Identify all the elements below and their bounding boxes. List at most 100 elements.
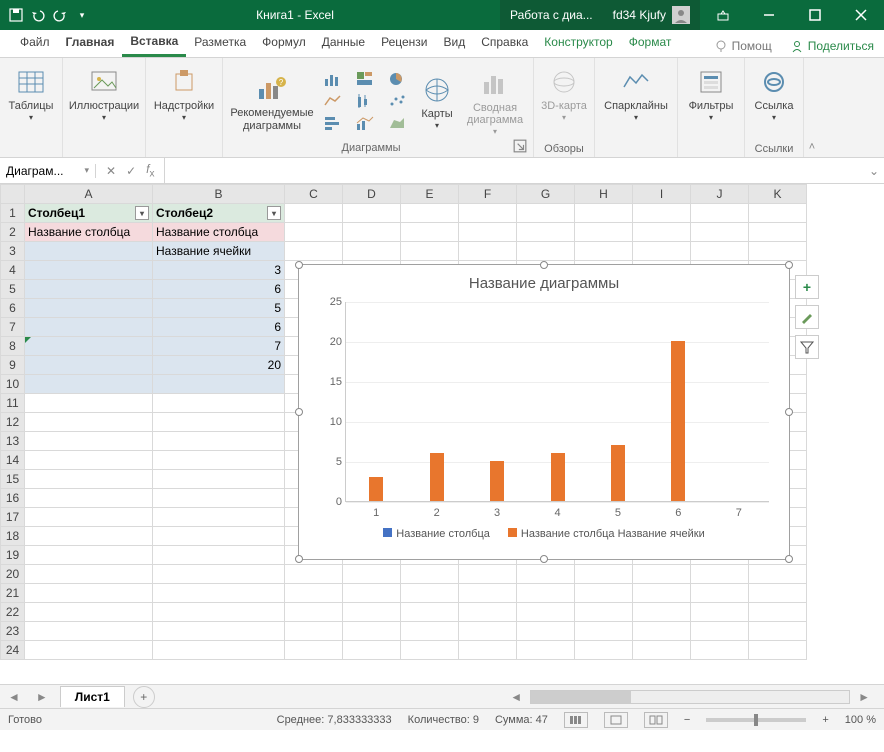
cell[interactable] [153,432,285,451]
cell[interactable] [575,641,633,660]
cell[interactable] [401,204,459,223]
cancel-formula-icon[interactable]: ✕ [106,164,116,178]
worksheet-grid[interactable]: ABCDEFGHIJK1Столбец1▾Столбец2▾2Название … [0,184,884,684]
tables-button[interactable]: Таблицы▾ [6,62,56,123]
cell[interactable] [25,299,153,318]
cell[interactable]: 6 [153,318,285,337]
row-header[interactable]: 17 [1,508,25,527]
cell[interactable]: Столбец1▾ [25,204,153,223]
enter-formula-icon[interactable]: ✓ [126,164,136,178]
cell[interactable] [25,489,153,508]
row-header[interactable]: 4 [1,261,25,280]
cell[interactable] [25,432,153,451]
cell[interactable] [401,622,459,641]
cell[interactable]: 6 [153,280,285,299]
cell[interactable] [459,223,517,242]
cell[interactable]: Столбец2▾ [153,204,285,223]
cell[interactable] [25,565,153,584]
col-header[interactable]: G [517,185,575,204]
maximize-button[interactable] [792,0,838,30]
cell[interactable] [517,223,575,242]
new-sheet-button[interactable]: + [133,686,155,708]
cell[interactable] [575,584,633,603]
chart-styles-button[interactable] [795,305,819,329]
cell[interactable] [691,204,749,223]
tab-file[interactable]: Файл [12,29,58,57]
cell[interactable]: Название ячейки [153,242,285,261]
pie-chart-button[interactable] [383,68,411,90]
row-header[interactable]: 15 [1,470,25,489]
tab-help[interactable]: Справка [473,29,536,57]
cell[interactable] [153,489,285,508]
cell[interactable] [153,565,285,584]
tell-me[interactable]: Помощ [706,35,780,57]
cell[interactable] [153,470,285,489]
col-header[interactable]: J [691,185,749,204]
row-header[interactable]: 16 [1,489,25,508]
cell[interactable] [153,394,285,413]
cell[interactable] [153,413,285,432]
cell[interactable] [575,223,633,242]
redo-icon[interactable] [52,7,68,23]
cell[interactable] [633,584,691,603]
horizontal-scrollbar[interactable] [530,690,850,704]
cell[interactable] [401,565,459,584]
dialog-launcher-icon[interactable] [513,139,527,153]
tab-home[interactable]: Главная [58,29,123,57]
cell[interactable] [575,565,633,584]
cell[interactable] [285,641,343,660]
sheet-nav-prev-icon[interactable]: ◄ [0,690,28,704]
row-header[interactable]: 11 [1,394,25,413]
cell[interactable] [153,451,285,470]
cell[interactable] [691,242,749,261]
scroll-right-icon[interactable]: ► [850,690,878,704]
row-header[interactable]: 19 [1,546,25,565]
cell[interactable] [459,584,517,603]
sheet-tab[interactable]: Лист1 [60,686,125,707]
cell[interactable] [575,622,633,641]
cell[interactable] [517,242,575,261]
chart-bar[interactable] [490,461,504,501]
cell[interactable] [575,204,633,223]
cell[interactable] [153,527,285,546]
row-header[interactable]: 24 [1,641,25,660]
cell[interactable] [749,584,807,603]
cell[interactable] [343,641,401,660]
cell[interactable] [25,470,153,489]
cell[interactable] [517,584,575,603]
tab-data[interactable]: Данные [314,29,373,57]
row-header[interactable]: 10 [1,375,25,394]
legend-entry[interactable]: Название столбца Название ячейки [508,528,705,540]
cell[interactable] [25,394,153,413]
cell[interactable] [285,223,343,242]
cell[interactable]: 3 [153,261,285,280]
row-header[interactable]: 3 [1,242,25,261]
cell[interactable] [25,261,153,280]
cell[interactable] [517,204,575,223]
row-header[interactable]: 13 [1,432,25,451]
name-box[interactable]: Диаграм...▾ [0,164,96,178]
cell[interactable] [285,622,343,641]
statistic-chart-button[interactable] [351,90,379,112]
cell[interactable] [633,603,691,622]
sheet-nav-next-icon[interactable]: ► [28,690,56,704]
scatter-chart-button[interactable] [383,90,411,112]
row-header[interactable]: 1 [1,204,25,223]
cell[interactable] [575,603,633,622]
cell[interactable] [749,223,807,242]
cell[interactable] [285,584,343,603]
tab-view[interactable]: Вид [436,29,474,57]
cell[interactable] [633,565,691,584]
row-header[interactable]: 2 [1,223,25,242]
cell[interactable] [285,242,343,261]
cell[interactable] [401,603,459,622]
cell[interactable] [575,242,633,261]
col-header[interactable]: I [633,185,691,204]
col-header[interactable]: B [153,185,285,204]
cell[interactable] [749,242,807,261]
bar-chart-button[interactable] [319,112,347,134]
cell[interactable] [633,223,691,242]
tab-insert[interactable]: Вставка [122,28,186,57]
cell[interactable] [285,603,343,622]
cell[interactable] [517,641,575,660]
